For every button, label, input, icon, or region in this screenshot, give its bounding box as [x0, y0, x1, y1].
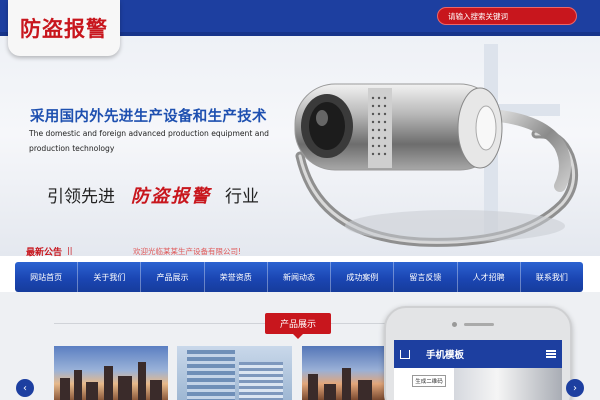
mobile-template-preview: 手机模板 生成二维码: [384, 306, 572, 400]
phone-speaker: [464, 323, 494, 326]
home-icon[interactable]: [400, 350, 410, 359]
slogan-suffix: 行业: [225, 187, 259, 207]
product-thumbnail[interactable]: [302, 346, 386, 400]
banner-headline: 采用国内外先进生产设备和生产技术: [30, 109, 267, 125]
hero-banner: 采用国内外先进生产设备和生产技术 The domestic and foreig…: [0, 36, 600, 256]
logo-text: 防盗报警: [20, 16, 108, 41]
carousel-next-button[interactable]: ›: [566, 379, 584, 397]
nav-item-cases[interactable]: 成功案例: [331, 262, 395, 292]
nav-item-honors[interactable]: 荣誉资质: [205, 262, 268, 292]
nav-item-feedback[interactable]: 留言反馈: [394, 262, 458, 292]
news-separator: ||: [67, 246, 73, 255]
menu-icon[interactable]: [546, 350, 556, 358]
nav-item-news[interactable]: 新闻动态: [268, 262, 332, 292]
phone-header: 手机模板: [394, 340, 562, 368]
product-thumbnail[interactable]: [177, 346, 292, 400]
logo[interactable]: 防盗报警: [8, 0, 120, 56]
nav-item-home[interactable]: 网站首页: [15, 262, 79, 292]
search-box[interactable]: [437, 7, 577, 25]
chevron-left-icon: ‹: [23, 382, 27, 394]
nav-item-products[interactable]: 产品展示: [141, 262, 205, 292]
nav-item-about[interactable]: 关于我们: [78, 262, 142, 292]
news-bar: 最新公告 || 欢迎光临某某生产设备有限公司!: [0, 244, 600, 262]
qr-code-button[interactable]: 生成二维码: [412, 375, 446, 387]
phone-camera: [452, 322, 457, 327]
nav-item-jobs[interactable]: 人才招聘: [458, 262, 521, 292]
nav-item-contact[interactable]: 联系我们: [521, 262, 583, 292]
search-input[interactable]: [448, 11, 576, 21]
section-title[interactable]: 产品展示: [265, 313, 331, 339]
product-thumbnail[interactable]: [54, 346, 168, 400]
chevron-right-icon: ›: [573, 382, 577, 394]
slogan-highlight: 防盗报警: [131, 186, 211, 207]
main-nav: 网站首页 关于我们 产品展示 荣誉资质 新闻动态 成功案例 留言反馈 人才招聘 …: [15, 262, 583, 292]
phone-banner-image: [454, 368, 562, 400]
page: 防盗报警 请输入搜索关键词 采用国内外先进生产设备和生产技术 The domes…: [0, 0, 600, 400]
slogan-prefix: 引领先进: [47, 187, 115, 207]
phone-screen: 手机模板 生成二维码: [394, 340, 562, 400]
news-item[interactable]: 欢迎光临某某生产设备有限公司!: [133, 246, 241, 257]
banner-english-text: The domestic and foreign advanced produc…: [29, 129, 270, 153]
banner-slogan: 引领先进 防盗报警 行业: [47, 182, 259, 208]
phone-title: 手机模板: [426, 350, 465, 361]
carousel-prev-button[interactable]: ‹: [16, 379, 34, 397]
news-title: 最新公告: [26, 248, 63, 258]
